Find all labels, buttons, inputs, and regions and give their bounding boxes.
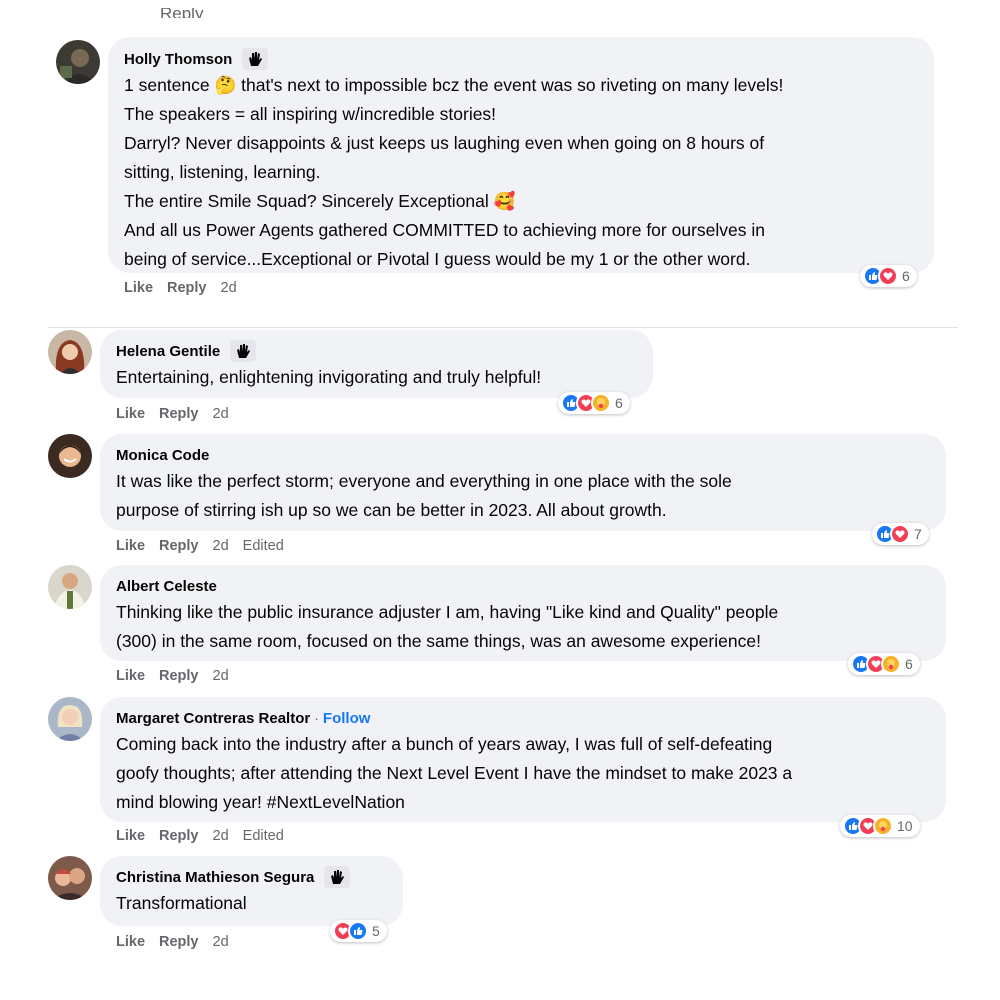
love-reaction-icon	[890, 524, 910, 544]
comment-timestamp[interactable]: 2d	[213, 934, 229, 950]
reaction-count: 10	[897, 818, 913, 834]
comment-actions: Like Reply 2d	[116, 934, 243, 950]
comment-text: Coming back into the industry after a bu…	[116, 734, 793, 812]
comment-bubble: Christina Mathieson Segura Transformatio…	[100, 856, 403, 926]
reaction-summary[interactable]: 5	[330, 920, 387, 942]
comment-actions: Like Reply 2d	[116, 406, 243, 422]
love-reaction-icon	[878, 266, 898, 286]
care-reaction-icon	[881, 654, 901, 674]
follow-button[interactable]: Follow	[323, 710, 371, 727]
reply-button[interactable]: Reply	[159, 934, 199, 950]
top-fan-badge-icon	[324, 866, 351, 888]
top-fan-badge-icon	[242, 48, 269, 70]
reaction-count: 7	[914, 526, 922, 542]
separator-dot: ·	[314, 710, 319, 726]
reaction-summary[interactable]: 6	[848, 653, 920, 675]
comment-bubble: Albert Celeste Thinking like the public …	[100, 565, 946, 661]
comment-author[interactable]: Albert Celeste	[116, 578, 217, 595]
comment-bubble: Margaret Contreras Realtor · Follow Comi…	[100, 697, 946, 822]
comment-timestamp[interactable]: 2d	[213, 406, 229, 422]
comment-author[interactable]: Helena Gentile	[116, 343, 220, 360]
comment-actions: Like Reply 2d	[124, 280, 251, 296]
comment-timestamp[interactable]: 2d	[213, 538, 229, 554]
comment-bubble: Holly Thomson 1 sentence 🤔 that's next t…	[108, 37, 934, 273]
comment-timestamp[interactable]: 2d	[213, 828, 229, 844]
comment-author[interactable]: Holly Thomson	[124, 51, 232, 68]
avatar[interactable]	[56, 40, 100, 84]
reaction-count: 5	[372, 923, 380, 939]
comment-actions: Like Reply 2d Edited	[116, 828, 298, 844]
comment-author[interactable]: Margaret Contreras Realtor	[116, 710, 310, 727]
comment-timestamp[interactable]: 2d	[221, 280, 237, 296]
reply-button[interactable]: Reply	[159, 406, 199, 422]
reaction-summary[interactable]: 10	[840, 815, 920, 837]
comment-author[interactable]: Christina Mathieson Segura	[116, 869, 314, 886]
like-button[interactable]: Like	[116, 934, 145, 950]
comment-actions: Like Reply 2d Edited	[116, 538, 298, 554]
like-button[interactable]: Like	[116, 538, 145, 554]
avatar[interactable]	[48, 434, 92, 478]
comment-text: Transformational	[116, 893, 247, 913]
comment-text: 1 sentence 🤔 that's next to impossible b…	[124, 75, 784, 269]
care-reaction-icon	[873, 816, 893, 836]
like-button[interactable]: Like	[116, 828, 145, 844]
previous-comment-reply-fragment: Reply	[160, 8, 204, 18]
comment-bubble: Monica Code It was like the perfect stor…	[100, 434, 946, 531]
like-button[interactable]: Like	[116, 668, 145, 684]
like-button[interactable]: Like	[124, 280, 153, 296]
reaction-count: 6	[902, 268, 910, 284]
avatar[interactable]	[48, 697, 92, 741]
comment-text: Entertaining, enlightening invigorating …	[116, 367, 542, 387]
reaction-summary[interactable]: 6	[558, 392, 630, 414]
top-fan-badge-icon	[230, 340, 257, 362]
reply-button[interactable]: Reply	[159, 538, 199, 554]
edited-label[interactable]: Edited	[243, 828, 284, 844]
comment-text: It was like the perfect storm; everyone …	[116, 471, 732, 520]
reply-button[interactable]: Reply	[159, 668, 199, 684]
avatar[interactable]	[48, 856, 92, 900]
reply-button[interactable]: Reply	[167, 280, 207, 296]
reply-button[interactable]: Reply	[159, 828, 199, 844]
like-button[interactable]: Like	[116, 406, 145, 422]
reaction-summary[interactable]: 7	[872, 523, 929, 545]
avatar[interactable]	[48, 330, 92, 374]
reaction-count: 6	[905, 656, 913, 672]
comment-author[interactable]: Monica Code	[116, 447, 209, 464]
comment-bubble: Helena Gentile Entertaining, enlightenin…	[100, 330, 653, 398]
reaction-summary[interactable]: 6	[860, 265, 917, 287]
comment-actions: Like Reply 2d	[116, 668, 243, 684]
thread-divider	[48, 327, 958, 328]
reaction-count: 6	[615, 395, 623, 411]
avatar[interactable]	[48, 565, 92, 609]
edited-label[interactable]: Edited	[243, 538, 284, 554]
care-reaction-icon	[591, 393, 611, 413]
comment-text: Thinking like the public insurance adjus…	[116, 602, 779, 651]
comment-timestamp[interactable]: 2d	[213, 668, 229, 684]
like-reaction-icon	[348, 921, 368, 941]
